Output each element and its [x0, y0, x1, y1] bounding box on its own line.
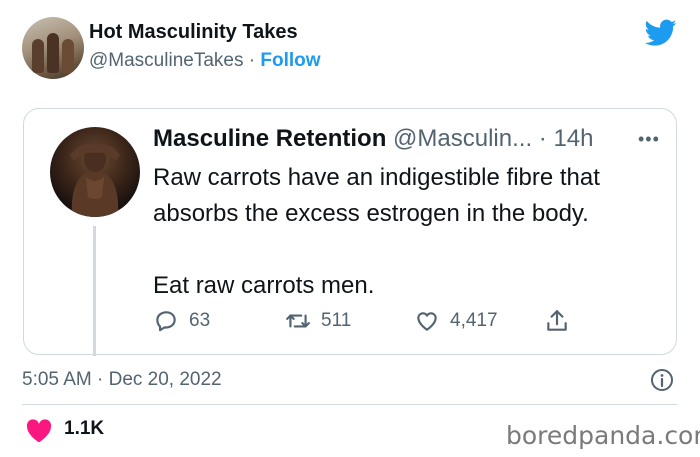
share-icon — [547, 310, 567, 331]
separator: · — [243, 50, 261, 71]
retweet-icon — [286, 314, 310, 328]
reply-button[interactable]: 63 — [153, 308, 210, 334]
quoted-text-line: Eat raw carrots men. — [153, 272, 375, 299]
quoted-tweet-text: Raw carrots have an indigestible fibre t… — [153, 160, 653, 304]
like-icon — [417, 312, 437, 331]
follow-button[interactable]: Follow — [260, 50, 320, 71]
source-watermark: boredpanda.com — [506, 421, 700, 450]
reply-count: 63 — [189, 310, 211, 331]
reply-icon — [156, 311, 176, 332]
tweet-likes-count[interactable]: 1.1K — [64, 418, 104, 440]
quoted-tweet-header: Masculine Retention @Masculin... · 14h — [153, 125, 594, 153]
quoted-author-handle[interactable]: @Masculin... — [393, 125, 532, 152]
more-dots-icon[interactable]: ••• — [638, 129, 660, 150]
author-handle[interactable]: @MasculineTakes — [89, 50, 243, 71]
info-icon[interactable] — [650, 368, 674, 392]
quoted-time[interactable]: · 14h — [539, 125, 594, 152]
quoted-author-name[interactable]: Masculine Retention — [153, 125, 386, 152]
quoted-author-avatar[interactable] — [50, 127, 140, 217]
author-avatar[interactable] — [22, 17, 84, 79]
heart-icon[interactable] — [26, 419, 52, 443]
thread-line — [93, 226, 96, 356]
like-count: 4,417 — [450, 310, 498, 331]
share-button[interactable] — [544, 308, 570, 334]
retweet-count: 511 — [321, 310, 352, 331]
quoted-text-line: Raw carrots have an indigestible fibre t… — [153, 164, 600, 191]
author-name[interactable]: Hot Masculinity Takes — [89, 21, 298, 44]
like-button[interactable]: 4,417 — [414, 308, 498, 334]
tweet-timestamp[interactable]: 5:05 AM · Dec 20, 2022 — [22, 369, 222, 391]
divider — [22, 404, 677, 405]
quoted-text-line: absorbs the excess estrogen in the body. — [153, 200, 589, 227]
retweet-button[interactable]: 511 — [285, 308, 351, 334]
twitter-bird-icon[interactable] — [645, 19, 677, 47]
author-handle-row: @MasculineTakes · Follow — [89, 50, 321, 72]
